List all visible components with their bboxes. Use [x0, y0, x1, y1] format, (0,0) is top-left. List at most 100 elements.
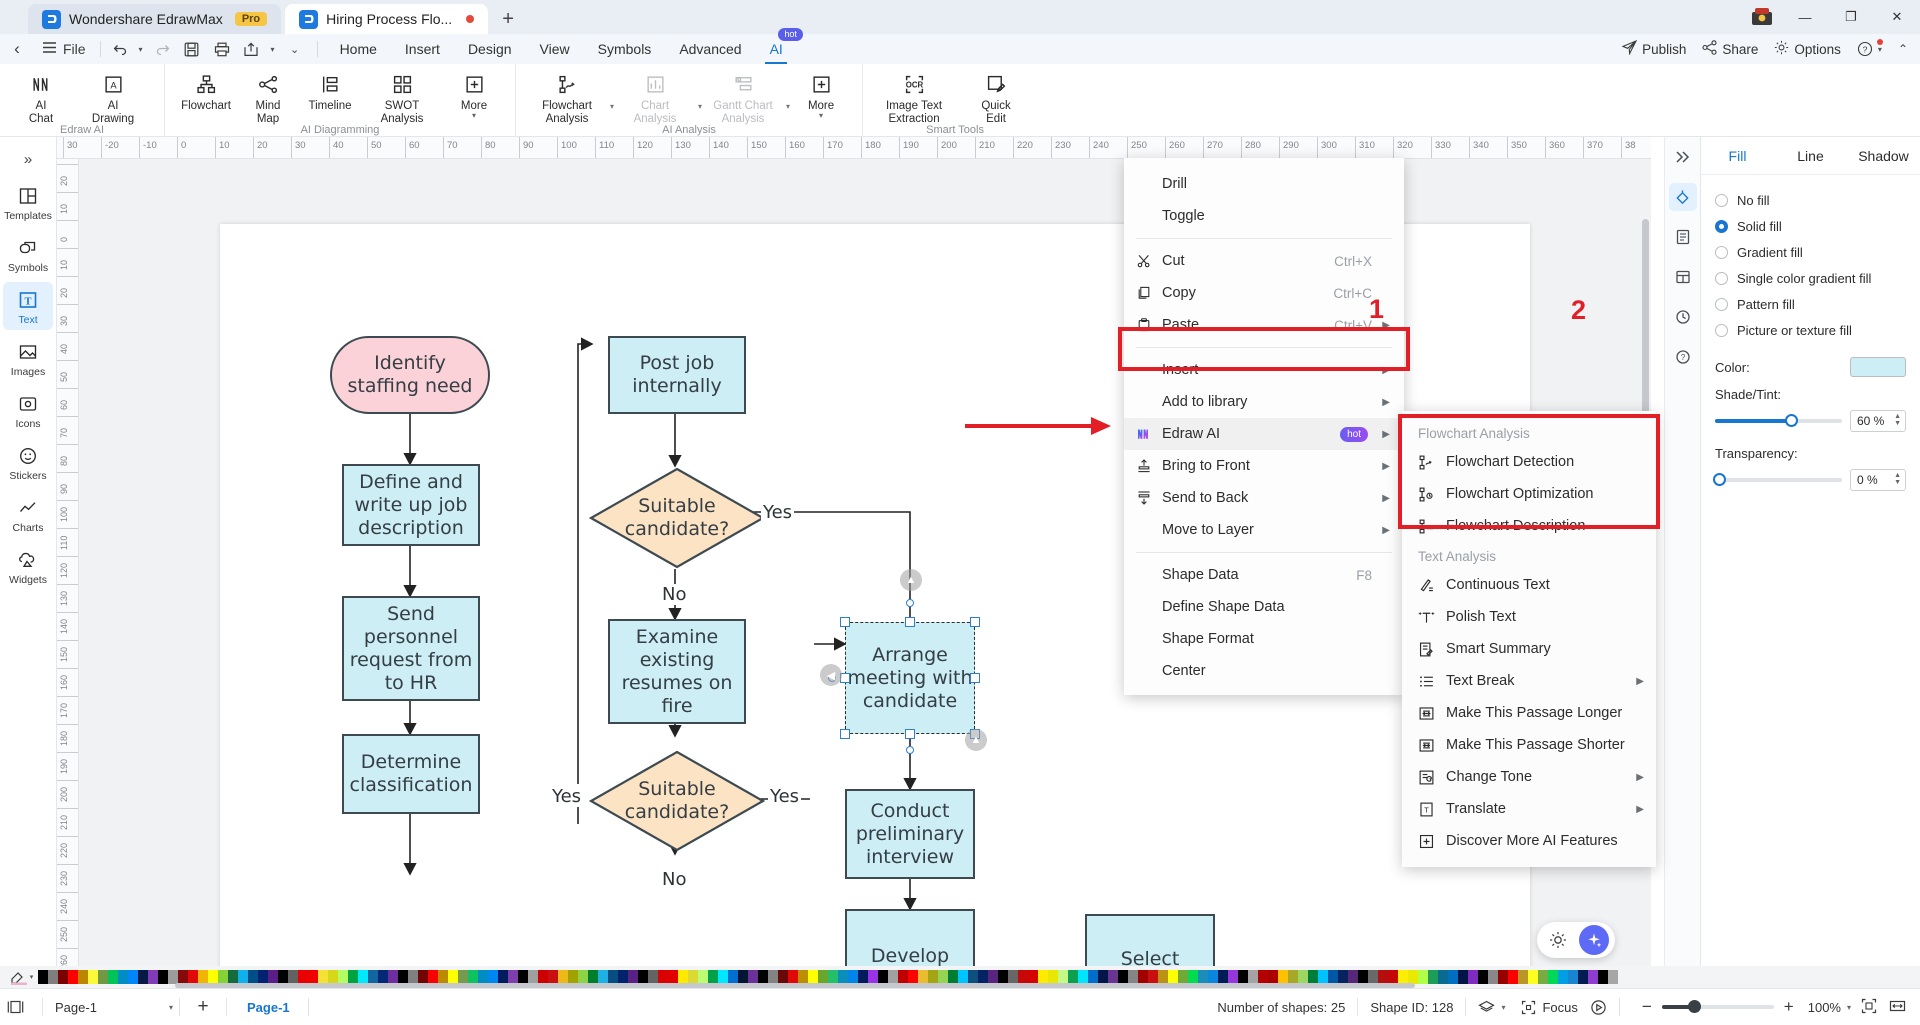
collapse-panel-icon[interactable] [1669, 143, 1697, 171]
tab-document[interactable]: Hiring Process Flo... [285, 4, 489, 34]
color-swatch[interactable] [118, 970, 128, 984]
fill-color-swatch[interactable] [1850, 357, 1906, 377]
context-menu-item-toggle[interactable]: Toggle [1124, 200, 1404, 232]
resize-handle-n[interactable] [905, 617, 915, 627]
context-menu-item-define-shape-data[interactable]: Define Shape Data [1124, 591, 1404, 623]
submenu-item-discover-more-ai-features[interactable]: Discover More AI Features [1402, 825, 1656, 857]
ribbon-tab-design[interactable]: Design [454, 38, 526, 60]
context-menu-item-edraw-ai[interactable]: Edraw AI hot ▶ [1124, 418, 1404, 450]
ribbon-tab-advanced[interactable]: Advanced [665, 38, 755, 60]
shape-suitable-candidate-1[interactable]: Suitable candidate? [588, 466, 766, 570]
shade-tint-slider-track[interactable] [1715, 414, 1842, 427]
fill-option-solid-fill[interactable]: Solid fill [1715, 213, 1906, 239]
submenu-item-make-this-passage-shorter[interactable]: Make This Passage Shorter [1402, 729, 1656, 761]
connection-point-bottom[interactable] [906, 746, 914, 754]
shape-send-personnel-request[interactable]: Send personnel request from to HR [342, 596, 480, 701]
radio-button[interactable] [1715, 297, 1728, 311]
new-tab-button[interactable]: + [502, 8, 514, 31]
chevron-down-icon[interactable]: ▾ [169, 1003, 173, 1012]
help-circle-icon[interactable]: ? [1669, 343, 1697, 371]
fill-color-picker-icon[interactable]: ▾ [4, 969, 38, 985]
color-swatch[interactable] [1548, 970, 1558, 984]
context-menu-item-shape-format[interactable]: Shape Format [1124, 623, 1404, 655]
submenu-item-change-tone[interactable]: Change Tone ▶ [1402, 761, 1656, 793]
spinner-arrows-icon[interactable]: ▲ ▼ [1894, 413, 1901, 427]
transparency-spinner[interactable]: 0 % ▲ ▼ [1850, 469, 1906, 491]
sidebar-item-stickers[interactable]: Stickers [3, 438, 53, 486]
submenu-item-flowchart-detection[interactable]: Flowchart Detection [1402, 446, 1656, 478]
format-tab-line[interactable]: Line [1774, 148, 1847, 164]
chevron-down-icon[interactable]: ▾ [1501, 1003, 1505, 1012]
fill-option-pattern-fill[interactable]: Pattern fill [1715, 291, 1906, 317]
sidebar-item-symbols[interactable]: Symbols [3, 230, 53, 278]
page-selector[interactable]: Page-1 ▾ [55, 1000, 173, 1015]
auto-connect-down-icon[interactable]: ▲ [965, 729, 987, 751]
color-swatch[interactable] [128, 970, 138, 984]
submenu-item-flowchart-description[interactable]: Flowchart Description [1402, 510, 1656, 542]
export-icon[interactable] [237, 36, 265, 62]
shape-determine-classification[interactable]: Determine classification [342, 734, 480, 814]
zoom-level-selector[interactable]: 100% ▾ [1808, 1000, 1851, 1015]
color-swatch[interactable] [148, 970, 158, 984]
avatar[interactable] [1749, 5, 1775, 29]
color-swatch[interactable] [138, 970, 148, 984]
present-button[interactable] [1590, 999, 1607, 1016]
maximize-button[interactable]: ❐ [1828, 0, 1874, 34]
file-menu-button[interactable]: File [34, 36, 94, 62]
color-swatch[interactable] [88, 970, 98, 984]
submenu-item-make-this-passage-longer[interactable]: Make This Passage Longer [1402, 697, 1656, 729]
color-swatch[interactable] [1508, 970, 1518, 984]
context-menu-item-copy[interactable]: Copy Ctrl+C [1124, 277, 1404, 309]
color-swatch[interactable] [1538, 970, 1548, 984]
print-icon[interactable] [207, 36, 237, 62]
color-swatch[interactable] [38, 970, 48, 984]
submenu-item-flowchart-optimization[interactable]: Flowchart Optimization [1402, 478, 1656, 510]
zoom-slider[interactable] [1661, 1000, 1774, 1013]
auto-connect-left-icon[interactable]: ◀ [820, 664, 842, 686]
ribbon-tab-home[interactable]: Home [326, 38, 391, 60]
color-swatch[interactable] [1588, 970, 1598, 984]
sidebar-item-templates[interactable]: Templates [3, 178, 53, 226]
theme-toggle-icon[interactable] [1543, 925, 1573, 955]
context-menu-item-cut[interactable]: Cut Ctrl+X [1124, 245, 1404, 277]
zoom-out-button[interactable]: − [1632, 997, 1662, 1017]
fill-option-no-fill[interactable]: No fill [1715, 187, 1906, 213]
color-swatch[interactable] [78, 970, 88, 984]
radio-button[interactable] [1715, 323, 1728, 337]
ai-sparkle-icon[interactable] [1579, 925, 1609, 955]
color-swatch[interactable] [68, 970, 78, 984]
fill-option-picture-or-texture-fill[interactable]: Picture or texture fill [1715, 317, 1906, 343]
color-swatch[interactable] [1528, 970, 1538, 984]
minimize-button[interactable]: — [1782, 0, 1828, 34]
save-icon[interactable] [177, 36, 207, 62]
share-button[interactable]: Share [1702, 40, 1758, 58]
color-swatch[interactable] [108, 970, 118, 984]
format-tab-shadow[interactable]: Shadow [1847, 148, 1920, 164]
shape-examine-existing-resumes[interactable]: Examine existing resumes on fire [608, 619, 746, 724]
layout-icon[interactable] [1669, 263, 1697, 291]
context-menu-item-send-to-back[interactable]: Send to Back ▶ [1124, 482, 1404, 514]
fit-page-button[interactable] [1851, 998, 1887, 1017]
context-menu-item-insert[interactable]: Insert ▶ [1124, 354, 1404, 386]
fit-width-button[interactable] [1887, 998, 1920, 1017]
color-swatch[interactable] [48, 970, 58, 984]
shade-tint-spinner[interactable]: 60 % ▲ ▼ [1850, 410, 1906, 432]
color-swatch[interactable] [58, 970, 68, 984]
collapse-ribbon-button[interactable]: ⌃ [1898, 42, 1908, 56]
ribbon-tab-ai[interactable]: AI hot [756, 28, 803, 60]
submenu-item-translate[interactable]: T Translate ▶ [1402, 793, 1656, 825]
radio-button[interactable] [1715, 245, 1728, 259]
fill-option-single-color-gradient-fill[interactable]: Single color gradient fill [1715, 265, 1906, 291]
ribbon-tab-symbols[interactable]: Symbols [584, 38, 666, 60]
export-caret-icon[interactable]: ▾ [265, 36, 281, 62]
context-menu-item-add-to-library[interactable]: Add to library ▶ [1124, 386, 1404, 418]
color-swatch[interactable] [1608, 970, 1618, 984]
context-menu-item-center[interactable]: Center [1124, 655, 1404, 687]
undo-icon[interactable] [107, 36, 133, 62]
ribbon-tab-insert[interactable]: Insert [391, 38, 454, 60]
context-menu-item-paste[interactable]: Paste Ctrl+V ▶ [1124, 309, 1404, 341]
tab-app-home[interactable]: Wondershare EdrawMax Pro [28, 4, 282, 34]
spinner-arrows-icon[interactable]: ▲ ▼ [1894, 472, 1901, 486]
sidebar-item-text[interactable]: T Text [3, 282, 53, 330]
color-swatch[interactable] [1568, 970, 1578, 984]
